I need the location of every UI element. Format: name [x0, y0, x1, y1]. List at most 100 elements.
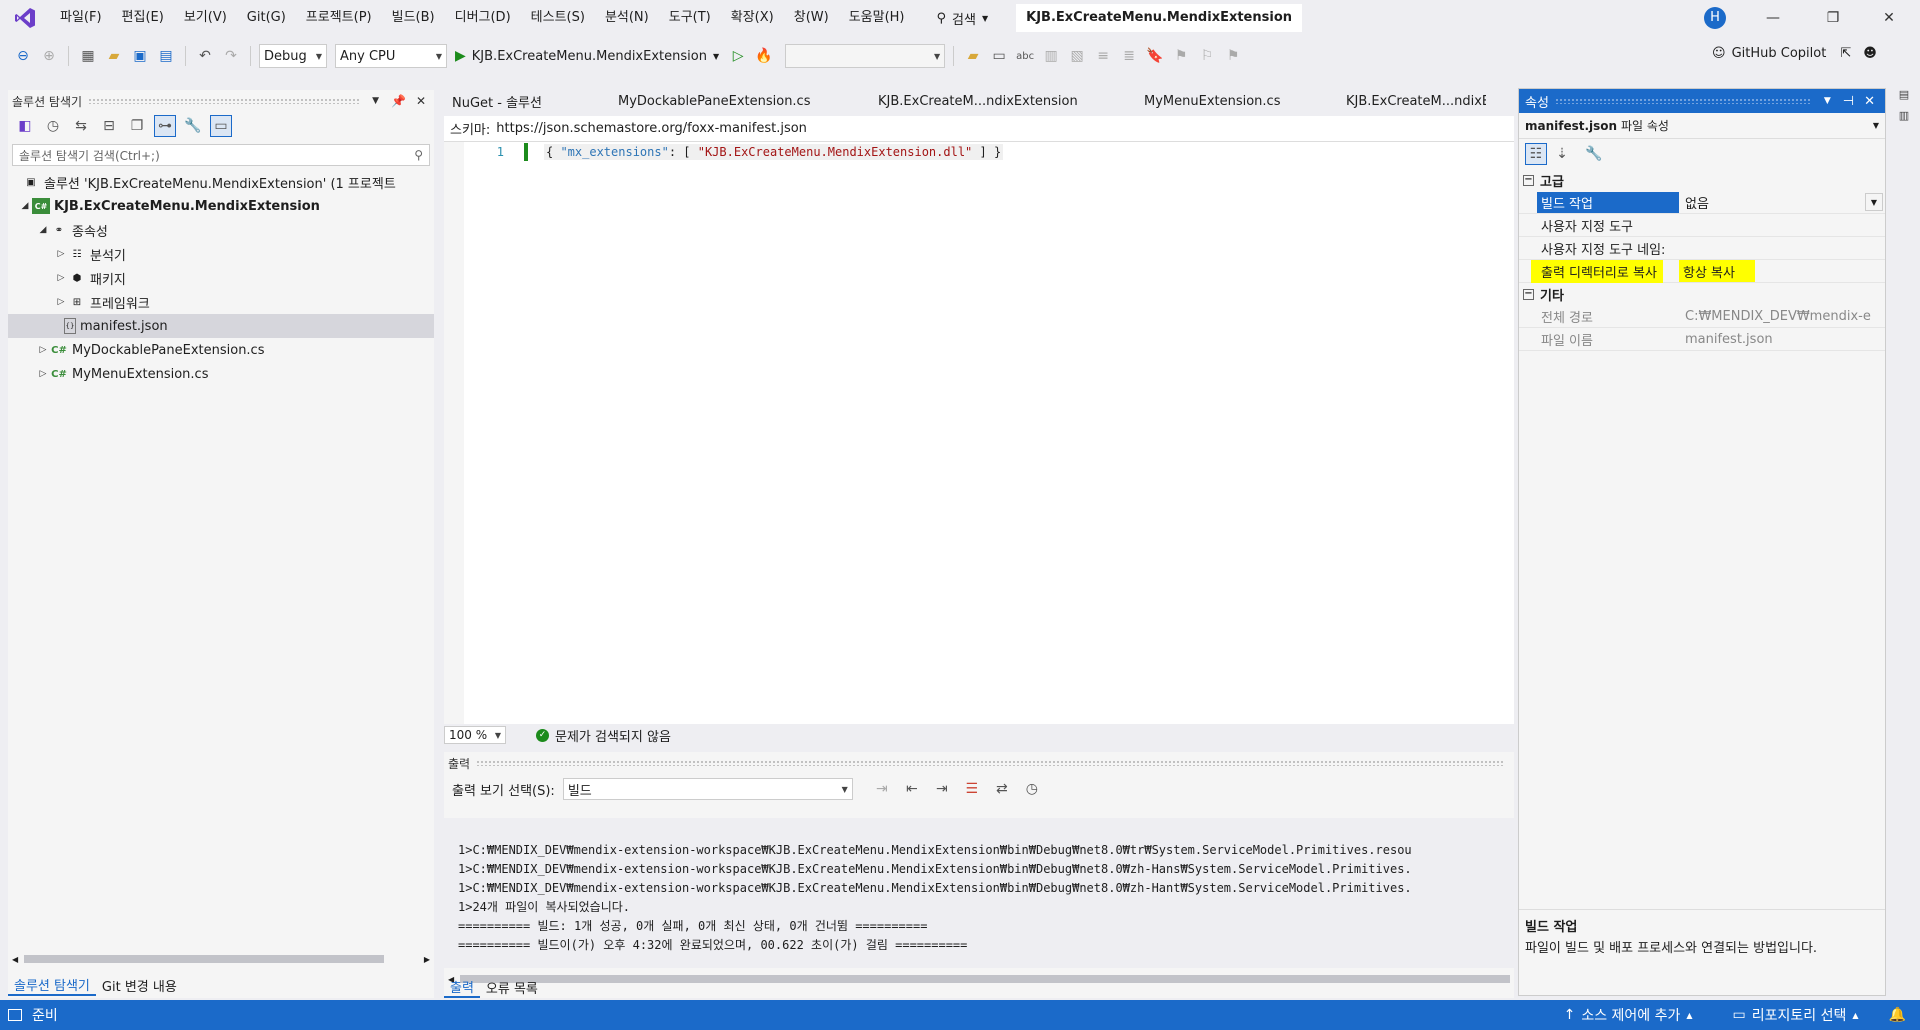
issues-indicator[interactable]: ✓ 문제가 검색되지 않음 — [536, 726, 671, 745]
close-button[interactable]: ✕ — [1866, 0, 1912, 36]
search-menu[interactable]: ⚲ 검색 ▼ — [929, 9, 997, 28]
tree-item-menu-extension[interactable]: ▷ C# MyMenuExtension.cs — [8, 362, 434, 386]
spell-check-icon[interactable]: abc — [1014, 45, 1036, 67]
close-icon[interactable]: ✕ — [1864, 94, 1875, 109]
avatar[interactable]: H — [1704, 7, 1726, 29]
prop-row-file-name[interactable]: 파일 이름 manifest.json — [1519, 328, 1885, 351]
hot-reload-icon[interactable]: 🔥 — [753, 45, 775, 67]
menu-item-7[interactable]: 테스트(S) — [521, 0, 595, 36]
github-copilot-button[interactable]: ☺ GitHub Copilot ⇱ ☻ — [1712, 46, 1877, 61]
properties-wrench-icon[interactable]: 🔧 — [182, 115, 204, 137]
prop-row-build-action[interactable]: 빌드 작업 없음 ▼ — [1519, 191, 1885, 214]
outdent-icon[interactable]: ≣ — [1118, 45, 1140, 67]
add-to-source-control[interactable]: ↑ 소스 제어에 추가 ▲ — [1564, 1005, 1693, 1025]
menu-item-8[interactable]: 분석(N) — [595, 0, 659, 36]
visual-studio-logo-icon[interactable] — [0, 0, 50, 36]
zoom-select[interactable]: 100 % ▼ — [444, 726, 506, 744]
tab-project-2[interactable]: KJB.ExCreateM...ndixExt — [1326, 94, 1486, 109]
category-advanced[interactable]: − 고급 — [1519, 169, 1885, 191]
platform-select[interactable]: Any CPU ▼ — [335, 44, 447, 68]
configuration-select[interactable]: Debug ▼ — [259, 44, 327, 68]
solution-search-input[interactable]: 솔루션 탐색기 검색(Ctrl+;) ⚲ — [12, 144, 430, 166]
tab-nuget[interactable]: NuGet - 솔루션 — [444, 92, 594, 111]
tree-item-dependencies[interactable]: ◢ ⚭ 종속성 — [8, 218, 434, 242]
tree-item-packages[interactable]: ▷ ⬢ 패키지 — [8, 266, 434, 290]
tab-solution-explorer[interactable]: 솔루션 탐색기 — [8, 975, 96, 996]
notifications-icon[interactable]: ▤ — [1899, 88, 1909, 101]
tab-menu-extension[interactable]: MyMenuExtension.cs — [1118, 94, 1326, 109]
bookmark-icon[interactable]: 🔖 — [1144, 45, 1166, 67]
restore-button[interactable]: ❐ — [1810, 0, 1856, 36]
menu-item-1[interactable]: 편집(E) — [112, 0, 174, 36]
stack-frame-select[interactable]: ▼ — [785, 44, 946, 68]
save-all-icon[interactable]: ▤ — [155, 45, 177, 67]
tree-item-manifest[interactable]: {} manifest.json — [8, 314, 434, 338]
prop-row-copy-to-output[interactable]: 출력 디렉터리로 복사 항상 복사 — [1519, 259, 1885, 283]
dropdown-button[interactable]: ▼ — [1865, 193, 1883, 211]
back-icon[interactable]: ⊖ — [12, 45, 34, 67]
horizontal-scrollbar[interactable]: ◀ ▶ — [12, 952, 430, 966]
undo-icon[interactable]: ↶ — [194, 45, 216, 67]
timestamp-icon[interactable]: ◷ — [1021, 778, 1043, 800]
select-repository[interactable]: ▭ 리포지토리 선택 ▲ — [1733, 1005, 1859, 1025]
pin-icon[interactable]: ⊣ — [1843, 94, 1854, 109]
menu-item-0[interactable]: 파일(F) — [50, 0, 112, 36]
uncomment-icon[interactable]: ▧ — [1066, 45, 1088, 67]
expanded-arrow-icon[interactable]: ◢ — [18, 201, 32, 211]
preview-icon[interactable]: ▭ — [210, 115, 232, 137]
alphabetical-icon[interactable]: ⇣ — [1551, 143, 1573, 165]
filter-icon[interactable]: ⊶ — [154, 115, 176, 137]
comment-icon[interactable]: ▥ — [1040, 45, 1062, 67]
menu-item-2[interactable]: 보기(V) — [174, 0, 237, 36]
tree-item-analyzers[interactable]: ▷ ☷ 분석기 — [8, 242, 434, 266]
menu-item-5[interactable]: 빌드(B) — [382, 0, 445, 36]
collapsed-arrow-icon[interactable]: ▷ — [54, 297, 68, 307]
pending-changes-icon[interactable]: ◷ — [42, 115, 64, 137]
menu-item-3[interactable]: Git(G) — [237, 0, 296, 36]
start-debugging-button[interactable]: ▶ KJB.ExCreateMenu.MendixExtension ▼ — [451, 48, 723, 64]
forward-icon[interactable]: ⊕ — [38, 45, 60, 67]
tab-dockable-pane[interactable]: MyDockablePaneExtension.cs — [594, 94, 852, 109]
tools-icon[interactable]: ▥ — [1899, 109, 1909, 122]
redo-icon[interactable]: ↷ — [220, 45, 242, 67]
window-layout-icon[interactable]: ▭ — [988, 45, 1010, 67]
prop-row-full-path[interactable]: 전체 경로 C:₩MENDIX_DEV₩mendix-e — [1519, 305, 1885, 328]
drag-handle[interactable] — [476, 760, 1504, 766]
menu-item-9[interactable]: 도구(T) — [659, 0, 721, 36]
collapsed-arrow-icon[interactable]: ▷ — [54, 273, 68, 283]
sync-icon[interactable]: ⇆ — [70, 115, 92, 137]
drag-handle[interactable] — [1554, 98, 1812, 104]
save-icon[interactable]: ▣ — [129, 45, 151, 67]
prev-bookmark-icon[interactable]: ⚑ — [1170, 45, 1192, 67]
browse-folder-icon[interactable]: ▰ — [962, 45, 984, 67]
collapse-icon[interactable]: − — [1523, 174, 1534, 186]
categorized-icon[interactable]: ☷ — [1525, 143, 1547, 165]
notification-bell-icon[interactable]: 🔔 — [1889, 1007, 1906, 1023]
tree-item-dockable-pane[interactable]: ▷ C# MyDockablePaneExtension.cs — [8, 338, 434, 362]
switch-views-icon[interactable]: ◧ — [14, 115, 36, 137]
collapsed-arrow-icon[interactable]: ▷ — [36, 369, 50, 379]
indent-icon[interactable]: ≡ — [1092, 45, 1114, 67]
new-project-icon[interactable]: ▦ — [77, 45, 99, 67]
collapsed-arrow-icon[interactable]: ▷ — [54, 249, 68, 259]
tab-error-list[interactable]: 오류 목록 — [480, 978, 544, 997]
output-horizontal-scrollbar[interactable]: ◀ — [448, 972, 1510, 986]
drag-handle[interactable] — [88, 98, 361, 104]
tree-item-frameworks[interactable]: ▷ ⊞ 프레임워크 — [8, 290, 434, 314]
category-misc[interactable]: − 기타 — [1519, 283, 1885, 305]
schema-url-input[interactable]: https://json.schemastore.org/foxx-manife… — [496, 121, 807, 136]
clear-all-icon[interactable]: ☰ — [961, 778, 983, 800]
tree-item-project[interactable]: ◢ C# KJB.ExCreateMenu.MendixExtension — [8, 194, 434, 218]
window-options-icon[interactable]: ▼ — [372, 96, 379, 106]
go-to-line-icon[interactable]: ⇥ — [871, 778, 893, 800]
feedback-icon[interactable]: ☻ — [1863, 46, 1877, 61]
output-source-select[interactable]: 빌드 ▼ — [562, 778, 853, 800]
prop-value[interactable]: 항상 복사 — [1679, 260, 1755, 282]
prop-row-custom-tool-namespace[interactable]: 사용자 지정 도구 네임: — [1519, 237, 1885, 260]
collapsed-arrow-icon[interactable]: ▷ — [36, 345, 50, 355]
prop-value[interactable] — [1679, 237, 1885, 259]
minimize-button[interactable]: — — [1750, 0, 1796, 36]
collapse-icon[interactable]: − — [1523, 288, 1534, 300]
menu-item-6[interactable]: 디버그(D) — [445, 0, 521, 36]
window-options-icon[interactable]: ▼ — [1824, 96, 1831, 106]
